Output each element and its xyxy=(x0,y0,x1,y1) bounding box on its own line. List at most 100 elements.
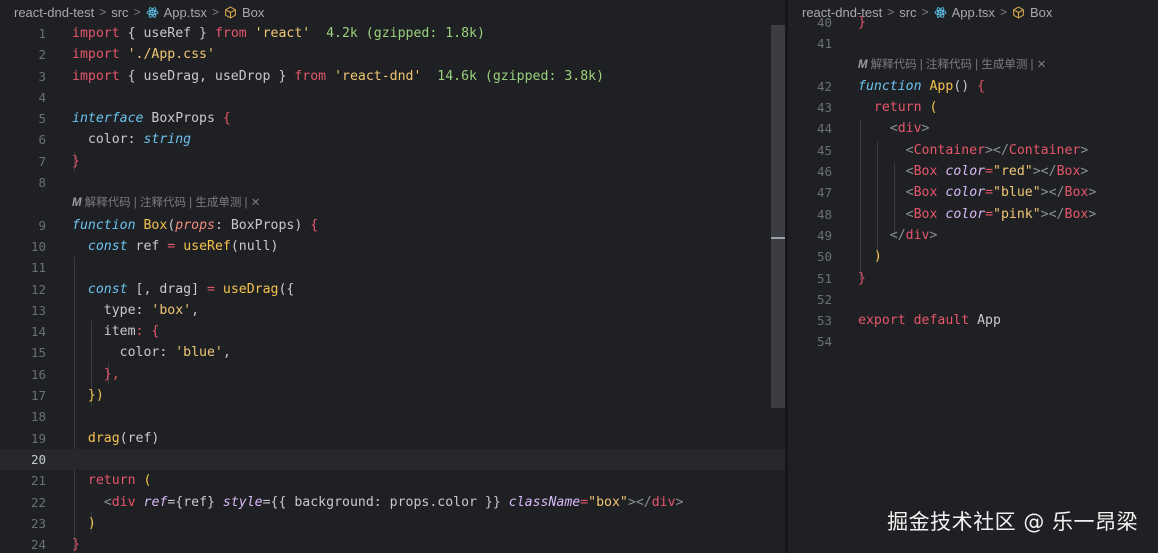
line-number: 41 xyxy=(816,36,832,52)
breadcrumb-project[interactable]: react-dnd-test xyxy=(14,5,94,20)
token: className xyxy=(508,494,581,510)
token: default xyxy=(913,313,970,329)
token: : { xyxy=(135,324,160,340)
token: ></ xyxy=(1032,164,1057,180)
token: div xyxy=(651,494,676,510)
ai-codelens[interactable]: M 解释代码 | 注释代码 | 生成单测 | ✕ xyxy=(788,55,1158,76)
token: div xyxy=(111,494,136,510)
token: "blue" xyxy=(993,185,1041,201)
breadcrumb-file[interactable]: App.tsx xyxy=(164,5,207,20)
code-line-current[interactable]: 20 xyxy=(0,448,785,471)
token: App xyxy=(969,313,1001,329)
code-line[interactable]: 5 interface BoxProps { xyxy=(0,108,785,129)
code-line[interactable]: 46 <Box color="red"></Box> xyxy=(788,161,1158,182)
code-editor-right[interactable]: 40} 41 M 解释代码 | 注释代码 | 生成单测 | ✕ 42 functio… xyxy=(788,12,1158,353)
code-line[interactable]: 1 import { useRef } from 'react' 4.2k (gz… xyxy=(0,23,785,44)
breadcrumb-symbol[interactable]: Box xyxy=(242,5,264,20)
code-line[interactable]: 44 <div> xyxy=(788,118,1158,139)
code-line[interactable]: 11 xyxy=(0,257,785,278)
code-line[interactable]: 2 import './App.css' xyxy=(0,44,785,65)
code-line[interactable]: 48 <Box color="pink"></Box> xyxy=(788,204,1158,225)
code-line[interactable]: 41 xyxy=(788,33,1158,54)
token: const xyxy=(87,238,128,254)
editor-pane-left[interactable]: react-dnd-test > src > App.tsx > Box 1 i… xyxy=(0,0,785,553)
token: ={{ background: props.color }} xyxy=(262,494,509,510)
line-number: 40 xyxy=(816,15,832,30)
token: [, drag] xyxy=(127,281,207,297)
token: App xyxy=(929,78,954,94)
code-line[interactable]: 16 }, xyxy=(0,364,785,385)
code-line[interactable]: 12 const [, drag] = useDrag({ xyxy=(0,279,785,300)
line-number: 13 xyxy=(30,302,46,318)
code-line[interactable]: 6 color: string xyxy=(0,129,785,150)
token: : BoxProps) xyxy=(214,217,311,233)
codelens-actions[interactable]: 解释代码 | 注释代码 | 生成单测 | ✕ xyxy=(85,197,261,209)
code-line[interactable]: 47 <Box color="blue"></Box> xyxy=(788,182,1158,203)
token: string xyxy=(143,132,192,148)
code-line[interactable]: 17 }) xyxy=(0,385,785,406)
code-editor-left[interactable]: 1 import { useRef } from 'react' 4.2k (gz… xyxy=(0,23,785,553)
code-line[interactable]: 24} xyxy=(0,534,785,553)
ai-codelens[interactable]: M 解释代码 | 注释代码 | 生成单测 | ✕ xyxy=(0,193,785,214)
code-line[interactable]: 18 xyxy=(0,406,785,427)
token: }, xyxy=(103,366,120,382)
code-line[interactable]: 3 import { useDrag, useDrop } from 'react… xyxy=(0,66,785,87)
code-line[interactable]: 8 xyxy=(0,172,785,193)
token: 'box' xyxy=(151,302,192,318)
code-line[interactable]: 22 <div ref={ref} style={{ background: p… xyxy=(0,492,785,513)
line-number: 24 xyxy=(30,537,46,553)
code-line[interactable]: 13 type: 'box', xyxy=(0,300,785,321)
line-number: 7 xyxy=(38,153,46,169)
codelens-actions[interactable]: 解释代码 | 注释代码 | 生成单测 | ✕ xyxy=(871,59,1047,71)
token: ) xyxy=(87,515,96,531)
line-number: 23 xyxy=(30,515,46,531)
code-line[interactable]: 43 return ( xyxy=(788,97,1158,118)
code-line[interactable]: 52 xyxy=(788,289,1158,310)
token: : xyxy=(127,132,144,148)
token: "box" xyxy=(588,494,628,510)
token: color xyxy=(945,185,986,201)
editor-pane-right[interactable]: react-dnd-test > src > App.tsx > Box 40 … xyxy=(788,0,1158,553)
code-line[interactable]: 21 return ( xyxy=(0,470,785,491)
code-line[interactable]: 14 item: { xyxy=(0,321,785,342)
token: < xyxy=(905,206,914,222)
code-line[interactable]: 42 function App() { xyxy=(788,76,1158,97)
token: return xyxy=(87,473,136,489)
code-line[interactable]: 50 ) xyxy=(788,246,1158,267)
token: > xyxy=(929,227,938,243)
code-line[interactable]: 23 ) xyxy=(0,513,785,534)
token: , xyxy=(191,302,200,318)
token: return xyxy=(873,100,922,116)
code-line[interactable]: 7} xyxy=(0,151,785,172)
token: (ref) xyxy=(119,430,160,446)
code-line[interactable]: 10 const ref = useRef(null) xyxy=(0,236,785,257)
token: Box xyxy=(143,217,168,233)
token: < xyxy=(905,142,914,158)
code-line[interactable]: 53 export default App xyxy=(788,310,1158,331)
code-line[interactable]: 49 </div> xyxy=(788,225,1158,246)
code-line[interactable]: 4 xyxy=(0,87,785,108)
token: Box xyxy=(1056,164,1081,180)
token: } xyxy=(72,537,80,553)
code-line[interactable]: 40} xyxy=(788,12,1158,33)
code-line[interactable]: 54 xyxy=(788,331,1158,352)
token: drag xyxy=(87,430,120,446)
token: 'blue' xyxy=(175,345,223,361)
code-line[interactable]: 9 function Box(props: BoxProps) { xyxy=(0,215,785,236)
token: < xyxy=(905,185,914,201)
token: import xyxy=(72,47,120,63)
code-line[interactable]: 15 color: 'blue', xyxy=(0,342,785,363)
chevron-right-icon: > xyxy=(211,5,219,19)
code-line[interactable]: 19 drag(ref) xyxy=(0,428,785,449)
code-line[interactable]: 51} xyxy=(788,268,1158,289)
token: useDrag, useDrop xyxy=(143,68,271,84)
code-line[interactable]: 45 <Container></Container> xyxy=(788,140,1158,161)
line-number: 4 xyxy=(38,89,46,105)
token: "pink" xyxy=(993,206,1041,222)
breadcrumb-folder[interactable]: src xyxy=(111,5,128,20)
line-number: 51 xyxy=(816,270,832,286)
token: ></ xyxy=(627,494,652,510)
token: color xyxy=(119,345,160,361)
vertical-scrollbar[interactable] xyxy=(771,25,785,408)
watermark: 掘金技术社区 @ 乐一昂梁 xyxy=(887,510,1138,534)
